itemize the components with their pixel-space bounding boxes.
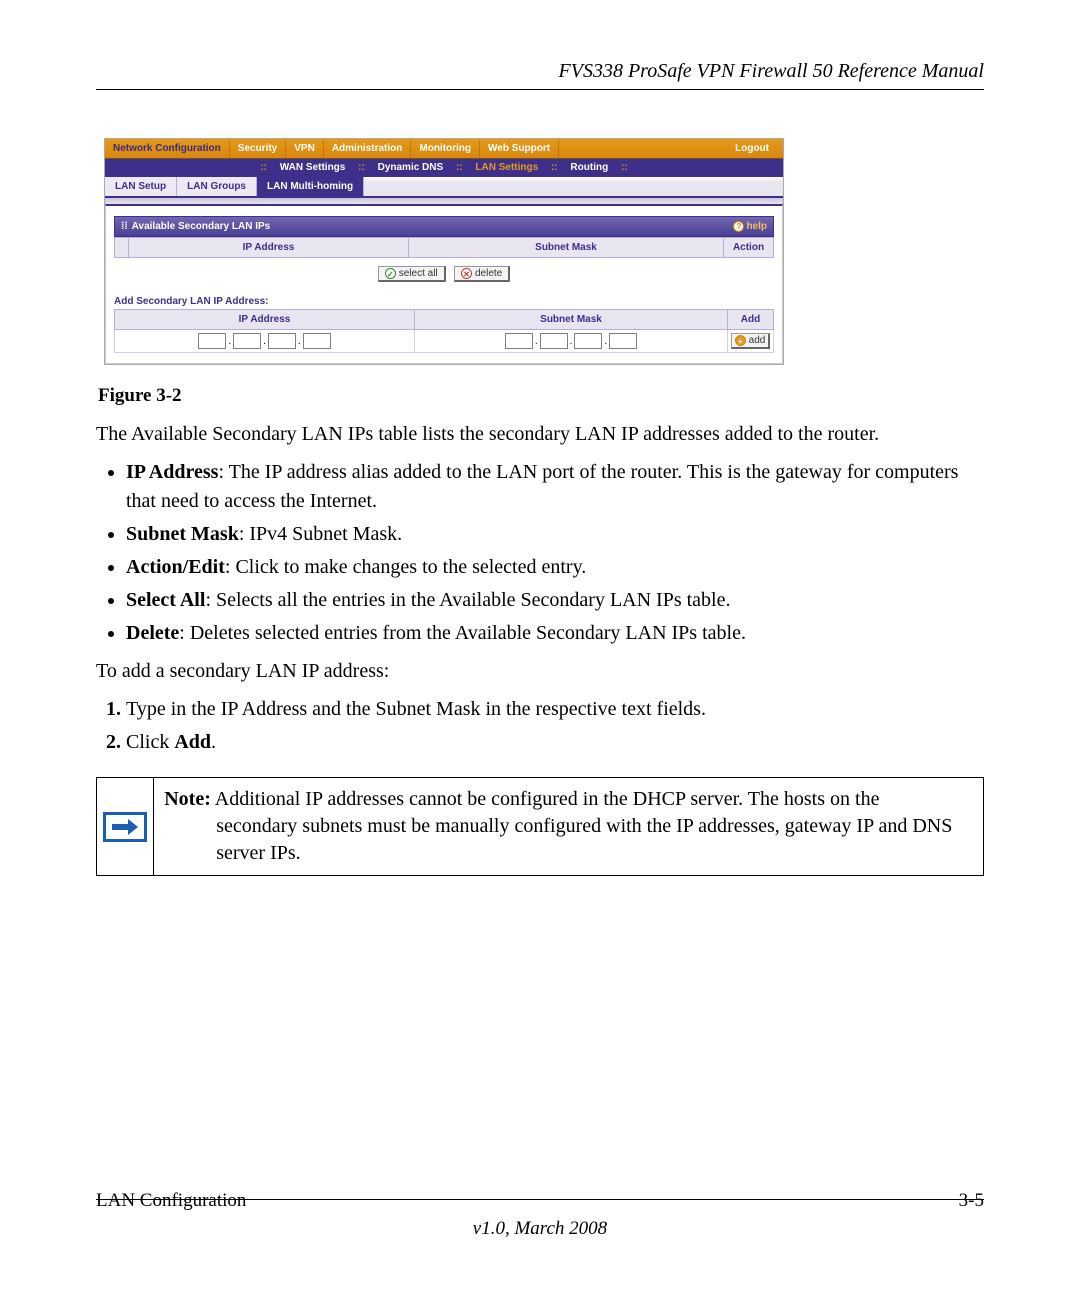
check-icon: ✓: [385, 268, 396, 279]
page-header-title: FVS338 ProSafe VPN Firewall 50 Reference…: [96, 60, 984, 83]
field-description-list: IP Address: The IP address alias added t…: [96, 458, 984, 648]
to-add-paragraph: To add a secondary LAN IP address:: [96, 658, 984, 685]
col-ip-address: IP Address: [129, 238, 409, 258]
note-box: Note: Additional IP addresses cannot be …: [96, 777, 984, 876]
mask-octet-4[interactable]: [609, 333, 637, 349]
add-section-title: Add Secondary LAN IP Address:: [114, 296, 774, 307]
nav-web-support[interactable]: Web Support: [480, 139, 559, 158]
step-item: Click Add.: [126, 728, 984, 757]
subnav-dynamic-dns[interactable]: Dynamic DNS: [373, 162, 449, 173]
add-lan-ip-table: IP Address Subnet Mask Add . . .: [114, 309, 774, 353]
tab-lan-groups[interactable]: LAN Groups: [177, 177, 257, 196]
footer-center: v1.0, March 2008: [96, 1218, 984, 1240]
plus-icon: +: [735, 335, 746, 346]
nav-vpn[interactable]: VPN: [286, 139, 324, 158]
subnav-lan-settings[interactable]: LAN Settings: [470, 162, 543, 173]
tab-bar: LAN Setup LAN Groups LAN Multi-homing: [105, 176, 783, 198]
ip-octet-2[interactable]: [233, 333, 261, 349]
col-action: Action: [724, 238, 774, 258]
note-text: Note: Additional IP addresses cannot be …: [154, 778, 983, 875]
footer-left: LAN Configuration: [96, 1190, 246, 1212]
ip-octet-4[interactable]: [303, 333, 331, 349]
sub-nav: :: WAN Settings :: Dynamic DNS :: LAN Se…: [105, 159, 783, 176]
x-icon: ✕: [461, 268, 472, 279]
subnav-sep: ::: [546, 162, 563, 173]
list-item: Delete: Deletes selected entries from th…: [126, 619, 984, 648]
subnav-sep: ::: [255, 162, 272, 173]
note-icon-cell: [97, 778, 154, 875]
table-button-row: ✓ select all ✕ delete: [114, 258, 774, 286]
section-title: Available Secondary LAN IPs: [132, 221, 271, 232]
ip-octet-1[interactable]: [198, 333, 226, 349]
figure-caption: Figure 3-2: [98, 385, 984, 407]
mask-octet-3[interactable]: [574, 333, 602, 349]
step-item: Type in the IP Address and the Subnet Ma…: [126, 695, 984, 724]
header-rule: [96, 89, 984, 90]
select-all-button[interactable]: ✓ select all: [378, 266, 446, 282]
help-link[interactable]: ?help: [733, 221, 767, 232]
mask-octet-2[interactable]: [540, 333, 568, 349]
steps-list: Type in the IP Address and the Subnet Ma…: [96, 695, 984, 757]
grip-icon: ⁞⁞: [121, 221, 128, 232]
top-nav: Network Configuration Security VPN Admin…: [105, 139, 783, 159]
ip-address-input-group: . . .: [198, 333, 330, 349]
footer-right: 3-5: [959, 1190, 984, 1212]
subnav-sep: ::: [353, 162, 370, 173]
nav-logout[interactable]: Logout: [727, 139, 783, 158]
ip-octet-3[interactable]: [268, 333, 296, 349]
tab-lan-setup[interactable]: LAN Setup: [105, 177, 177, 196]
available-lan-ips-table: IP Address Subnet Mask Action: [114, 237, 774, 258]
add-button[interactable]: + add: [731, 333, 771, 349]
nav-security[interactable]: Security: [230, 139, 286, 158]
mask-octet-1[interactable]: [505, 333, 533, 349]
help-icon: ?: [733, 221, 744, 232]
add-col-add: Add: [728, 310, 774, 330]
add-col-mask: Subnet Mask: [415, 310, 728, 330]
page-footer: LAN Configuration 3-5 v1.0, March 2008: [96, 1190, 984, 1240]
intro-paragraph: The Available Secondary LAN IPs table li…: [96, 421, 984, 448]
nav-administration[interactable]: Administration: [324, 139, 412, 158]
subnet-mask-input-group: . . .: [505, 333, 637, 349]
list-item: Action/Edit: Click to make changes to th…: [126, 553, 984, 582]
subnav-wan-settings[interactable]: WAN Settings: [275, 162, 351, 173]
nav-monitoring[interactable]: Monitoring: [411, 139, 480, 158]
nav-network-configuration[interactable]: Network Configuration: [105, 139, 230, 158]
panel-body: ⁞⁞ Available Secondary LAN IPs ?help IP …: [105, 204, 783, 364]
delete-button[interactable]: ✕ delete: [454, 266, 510, 282]
arrow-right-icon: [103, 812, 147, 842]
subnav-sep: ::: [616, 162, 633, 173]
router-ui-screenshot: Network Configuration Security VPN Admin…: [104, 138, 784, 365]
add-col-ip: IP Address: [115, 310, 415, 330]
list-item: IP Address: The IP address alias added t…: [126, 458, 984, 516]
list-item: Select All: Selects all the entries in t…: [126, 586, 984, 615]
subnav-routing[interactable]: Routing: [565, 162, 613, 173]
section-header: ⁞⁞ Available Secondary LAN IPs ?help: [114, 216, 774, 237]
col-subnet-mask: Subnet Mask: [409, 238, 724, 258]
list-item: Subnet Mask: IPv4 Subnet Mask.: [126, 520, 984, 549]
subnav-sep: ::: [451, 162, 468, 173]
tab-lan-multi-homing[interactable]: LAN Multi-homing: [257, 177, 364, 196]
